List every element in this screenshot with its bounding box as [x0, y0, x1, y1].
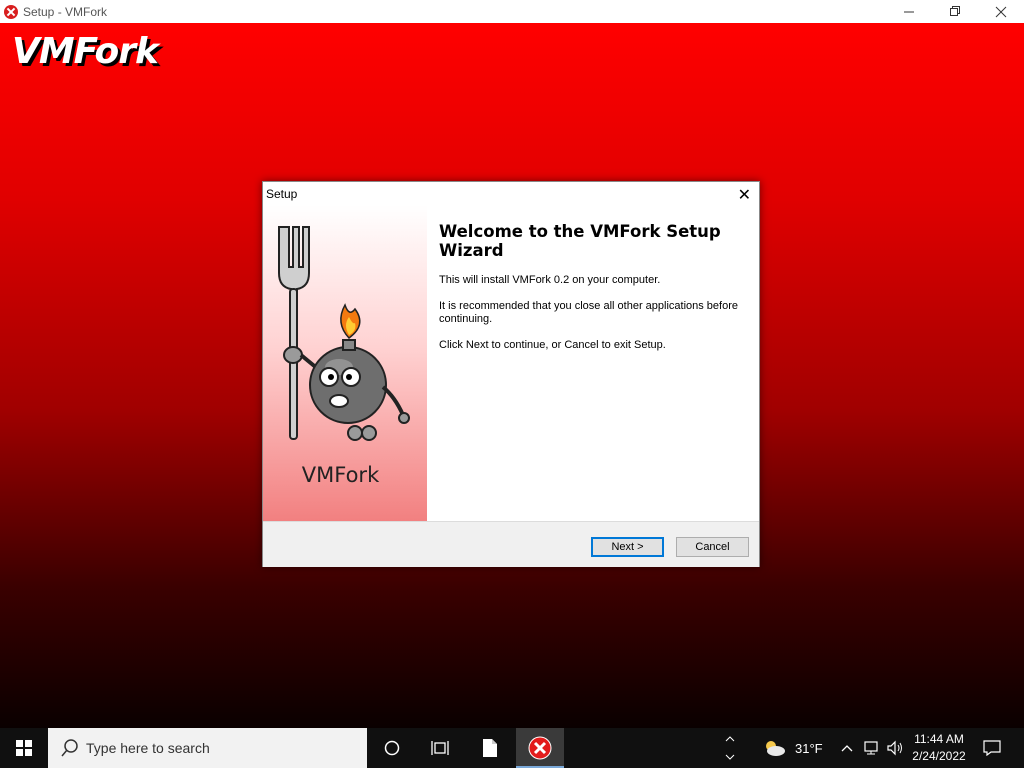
taskbar-file-app[interactable]	[466, 728, 514, 768]
volume-button[interactable]	[884, 728, 906, 768]
weather-temp: 31°F	[795, 740, 823, 756]
window-title: Setup - VMFork	[23, 4, 108, 19]
vmfork-setup-icon	[528, 736, 552, 760]
cortana-button[interactable]	[368, 728, 416, 768]
taskbar-clock[interactable]: 11:44 AM 2/24/2022	[904, 731, 974, 765]
brand-title: VMFork	[12, 31, 159, 72]
wizard-heading: Welcome to the VMFork Setup Wizard	[439, 222, 721, 260]
close-icon	[995, 6, 1007, 17]
taskbar-vmfork-setup[interactable]	[516, 728, 564, 768]
window-controls	[886, 0, 1024, 23]
dialog-title: Setup	[266, 187, 298, 201]
side-panel-brand: VMFork	[301, 463, 380, 487]
dialog-close-button[interactable]: ✕	[738, 185, 751, 205]
clock-date: 2/24/2022	[912, 749, 966, 763]
taskbar-scroll[interactable]	[722, 728, 738, 768]
dialog-footer: Next > Cancel	[263, 521, 759, 567]
close-icon: ✕	[737, 187, 751, 204]
clock-time: 11:44 AM	[914, 732, 964, 746]
file-icon	[483, 739, 497, 757]
window-titlebar: Setup - VMFork	[0, 0, 1024, 23]
taskbar: Type here to search 31°F 11:44 AM 2/24/2…	[0, 728, 1024, 768]
instruction-text: Click Next to continue, or Cancel to exi…	[439, 339, 666, 351]
windows-start-icon	[16, 740, 32, 756]
app-error-icon	[4, 4, 18, 19]
network-icon	[864, 741, 878, 755]
task-view-icon	[431, 741, 449, 755]
start-button[interactable]	[0, 728, 48, 768]
weather-icon	[766, 741, 785, 756]
network-button[interactable]	[860, 728, 882, 768]
search-icon	[61, 739, 78, 757]
install-info-text: This will install VMFork 0.2 on your com…	[439, 274, 661, 286]
recommendation-text: It is recommended that you close all oth…	[439, 300, 738, 325]
next-button[interactable]: Next >	[591, 537, 664, 557]
search-placeholder: Type here to search	[86, 740, 210, 756]
fork-image	[278, 226, 310, 440]
restore-icon	[949, 6, 960, 16]
notification-icon	[983, 740, 1001, 756]
minimize-button[interactable]	[886, 0, 932, 23]
mascot-illustration	[278, 226, 410, 441]
setup-dialog: Setup ✕ VMFork Welcome to the VMFork Set…	[262, 181, 760, 567]
cortana-icon	[384, 740, 400, 756]
wizard-content: Welcome to the VMFork Setup Wizard This …	[439, 222, 745, 365]
wizard-side-panel: VMFork	[263, 205, 427, 521]
task-view-button[interactable]	[416, 728, 464, 768]
taskbar-search-input[interactable]: Type here to search	[48, 728, 367, 768]
minimize-icon	[903, 11, 914, 13]
weather-widget[interactable]: 31°F	[762, 728, 826, 768]
window-close-button[interactable]	[978, 0, 1024, 23]
show-hidden-icons-button[interactable]	[838, 728, 856, 768]
restore-button[interactable]	[932, 0, 978, 23]
scroll-arrows-icon	[725, 736, 735, 760]
volume-icon	[887, 740, 902, 756]
cancel-button[interactable]: Cancel	[676, 537, 749, 557]
notification-button[interactable]	[978, 728, 1006, 768]
chevron-up-icon	[841, 745, 853, 752]
